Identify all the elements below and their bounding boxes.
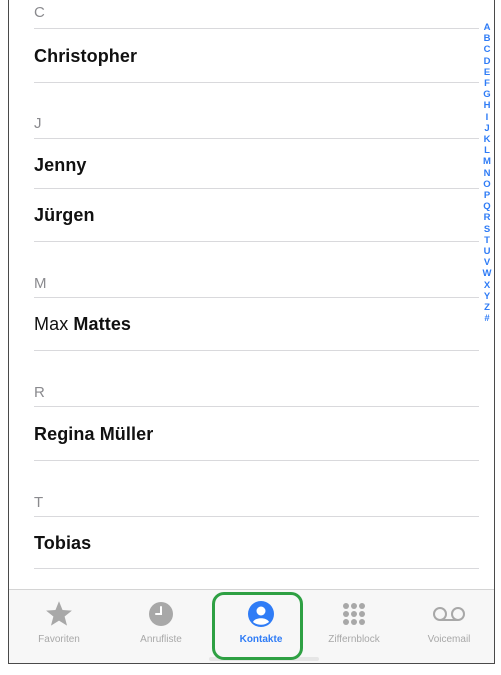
contact-name: Regina Müller	[34, 424, 154, 444]
index-letter[interactable]: U	[484, 246, 491, 257]
index-letter[interactable]: M	[483, 156, 491, 167]
separator	[34, 188, 479, 189]
separator	[34, 406, 479, 407]
section-header-m: M	[34, 275, 47, 292]
voicemail-icon	[432, 600, 466, 628]
separator	[34, 138, 479, 139]
index-letter[interactable]: F	[484, 78, 490, 89]
tab-ziffernblock[interactable]: Ziffernblock	[309, 590, 399, 663]
keypad-icon	[341, 600, 367, 628]
separator	[34, 516, 479, 517]
index-letter[interactable]: V	[484, 257, 490, 268]
index-letter[interactable]: A	[484, 22, 491, 33]
index-letter[interactable]: W	[483, 268, 492, 279]
index-letter[interactable]: H	[484, 100, 491, 111]
contact-name: Jenny	[34, 155, 87, 175]
person-circle-icon	[247, 600, 275, 628]
index-letter[interactable]: B	[484, 33, 491, 44]
separator	[34, 460, 479, 461]
contact-name: Christopher	[34, 46, 138, 66]
index-letter[interactable]: S	[484, 224, 490, 235]
index-letter[interactable]: G	[483, 89, 490, 100]
separator	[34, 297, 479, 298]
tab-anrufliste[interactable]: Anrufliste	[116, 590, 206, 663]
index-letter[interactable]: I	[486, 112, 489, 123]
index-letter[interactable]: L	[484, 145, 490, 156]
index-letter[interactable]: T	[484, 235, 490, 246]
contact-name: Tobias	[34, 533, 92, 553]
index-letter[interactable]: Z	[484, 302, 490, 313]
tab-kontakte[interactable]: Kontakte	[216, 590, 306, 663]
index-letter[interactable]: R	[484, 212, 491, 223]
contacts-list: C Christopher J Jenny Jürgen M Max Matte…	[9, 0, 479, 590]
separator	[34, 82, 479, 83]
index-letter[interactable]: X	[484, 280, 490, 291]
section-header-c: C	[34, 4, 45, 21]
contact-name: Jürgen	[34, 205, 95, 225]
section-header-t: T	[34, 494, 43, 511]
contact-last-name: Mattes	[73, 314, 132, 334]
separator	[34, 241, 479, 242]
separator	[34, 350, 479, 351]
home-indicator	[209, 657, 319, 661]
index-letter[interactable]: P	[484, 190, 490, 201]
tab-voicemail[interactable]: Voicemail	[404, 590, 494, 663]
contact-christopher[interactable]: Christopher	[34, 46, 137, 67]
index-letter[interactable]: O	[483, 179, 490, 190]
index-letter[interactable]: Q	[483, 201, 490, 212]
star-icon	[44, 600, 74, 628]
index-letter[interactable]: K	[484, 134, 491, 145]
tab-favoriten[interactable]: Favoriten	[14, 590, 104, 663]
contact-tobias[interactable]: Tobias	[34, 533, 91, 554]
contact-juergen[interactable]: Jürgen	[34, 205, 95, 226]
contact-first-name: Max	[34, 314, 69, 334]
section-letter: C	[34, 4, 45, 21]
section-letter: J	[34, 115, 42, 132]
contact-max-mattes[interactable]: Max Mattes	[34, 314, 131, 335]
tab-label: Favoriten	[38, 634, 80, 645]
index-letter[interactable]: E	[484, 67, 490, 78]
separator	[34, 568, 479, 569]
index-letter[interactable]: J	[484, 123, 489, 134]
section-header-r: R	[34, 384, 45, 401]
index-letter[interactable]: #	[484, 313, 489, 324]
index-letter[interactable]: D	[484, 56, 491, 67]
tab-label: Kontakte	[239, 634, 283, 645]
contact-jenny[interactable]: Jenny	[34, 155, 87, 176]
phone-screen: C Christopher J Jenny Jürgen M Max Matte…	[8, 0, 495, 664]
tab-label: Ziffernblock	[328, 634, 380, 645]
tab-label: Anrufliste	[140, 634, 182, 645]
index-letter[interactable]: Y	[484, 291, 490, 302]
section-letter: T	[34, 494, 44, 511]
section-header-j: J	[34, 115, 42, 132]
section-letter: M	[34, 275, 47, 292]
index-letter[interactable]: C	[484, 44, 491, 55]
separator	[34, 28, 479, 29]
tab-label: Voicemail	[427, 634, 471, 645]
clock-icon	[148, 600, 174, 628]
section-letter: R	[34, 384, 45, 401]
tab-bar: Favoriten Anrufliste Kontakte Ziffernblo…	[9, 589, 494, 663]
index-letter[interactable]: N	[484, 168, 491, 179]
contact-regina-mueller[interactable]: Regina Müller	[34, 424, 153, 445]
alphabet-index[interactable]: A B C D E F G H I J K L M N O P Q R S T U V W X Y Z #	[480, 22, 494, 324]
